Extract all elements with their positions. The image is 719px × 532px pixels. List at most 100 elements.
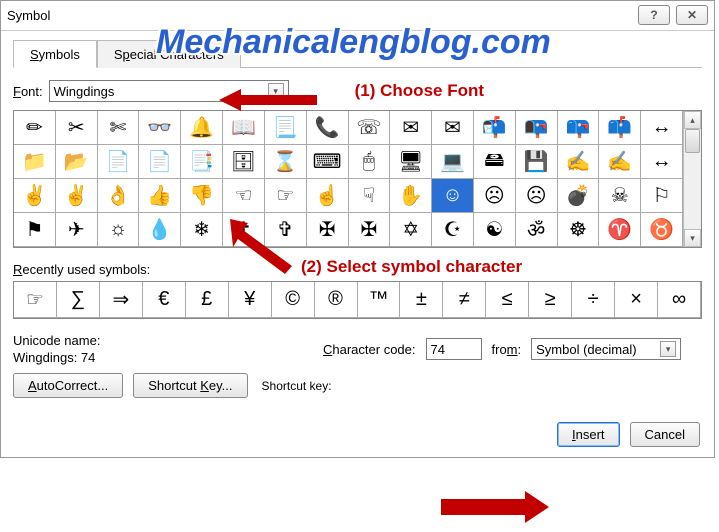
recent-symbol-cell[interactable]: £ (186, 282, 229, 318)
symbol-cell[interactable]: 💻 (432, 145, 474, 179)
symbol-cell[interactable]: ☜ (223, 179, 265, 213)
symbol-cell[interactable]: 💣 (558, 179, 600, 213)
symbol-cell[interactable]: ⌨ (307, 145, 349, 179)
symbol-cell[interactable]: 👌 (98, 179, 140, 213)
recent-symbol-cell[interactable]: ± (400, 282, 443, 318)
symbol-cell[interactable]: ✌ (14, 179, 56, 213)
symbol-cell[interactable]: 📖 (223, 111, 265, 145)
scrollbar[interactable]: ▴ ▾ (683, 111, 701, 247)
symbol-cell[interactable]: ☪ (432, 213, 474, 247)
char-code-input[interactable] (426, 338, 482, 360)
from-combobox[interactable]: Symbol (decimal) ▾ (531, 338, 681, 360)
titlebar: Symbol ? ✕ (1, 1, 714, 31)
symbol-cell[interactable]: 🖱 (349, 145, 391, 179)
symbol-cell[interactable]: 📁 (14, 145, 56, 179)
symbol-cell[interactable]: 📄 (139, 145, 181, 179)
tab-special-characters[interactable]: Special Characters (97, 40, 241, 68)
symbol-cell[interactable]: 📪 (558, 111, 600, 145)
recent-symbol-cell[interactable]: ∑ (57, 282, 100, 318)
symbol-cell[interactable]: ↔ (641, 111, 683, 145)
symbol-cell[interactable]: ☝ (307, 179, 349, 213)
symbol-cell[interactable]: ☺ (432, 179, 474, 213)
symbol-cell[interactable]: ☸ (558, 213, 600, 247)
symbol-cell[interactable]: 🖴 (474, 145, 516, 179)
symbol-cell[interactable]: ✉ (390, 111, 432, 145)
recent-symbol-cell[interactable]: € (143, 282, 186, 318)
symbol-cell[interactable]: 🔔 (181, 111, 223, 145)
symbol-cell[interactable]: ✉ (432, 111, 474, 145)
symbol-cell[interactable]: ✌ (56, 179, 98, 213)
symbol-cell[interactable]: ✠ (349, 213, 391, 247)
from-label: from: (492, 342, 522, 357)
symbol-cell[interactable]: 📞 (307, 111, 349, 145)
font-value: Wingdings (54, 84, 115, 99)
symbol-cell[interactable]: 📬 (474, 111, 516, 145)
symbol-cell[interactable]: ✈ (56, 213, 98, 247)
recent-symbol-cell[interactable]: ☞ (14, 282, 57, 318)
symbol-cell[interactable]: ✡ (390, 213, 432, 247)
symbol-cell[interactable]: ⚑ (14, 213, 56, 247)
cancel-button[interactable]: Cancel (630, 422, 700, 447)
symbol-cell[interactable]: 💧 (139, 213, 181, 247)
shortcut-key-button[interactable]: Shortcut Key... (133, 373, 247, 398)
insert-button[interactable]: Insert (557, 422, 620, 447)
recent-symbol-cell[interactable]: ∞ (658, 282, 701, 318)
symbol-cell[interactable]: 📑 (181, 145, 223, 179)
symbol-cell[interactable]: 🗄 (223, 145, 265, 179)
symbol-cell[interactable]: 📭 (516, 111, 558, 145)
symbol-cell[interactable]: 📫 (599, 111, 641, 145)
symbol-cell[interactable]: ⚐ (641, 179, 683, 213)
symbol-cell[interactable]: ☟ (349, 179, 391, 213)
recent-symbol-cell[interactable]: ™ (358, 282, 401, 318)
symbol-cell[interactable]: ♉ (641, 213, 683, 247)
recent-symbol-cell[interactable]: ÷ (572, 282, 615, 318)
symbol-cell[interactable]: ✍ (599, 145, 641, 179)
symbol-cell[interactable]: ✄ (98, 111, 140, 145)
symbol-cell[interactable]: 🖥 (390, 145, 432, 179)
recent-symbol-cell[interactable]: ≥ (529, 282, 572, 318)
symbol-cell[interactable]: 💾 (516, 145, 558, 179)
tab-symbols[interactable]: Symbols (13, 40, 97, 68)
symbol-cell[interactable]: ☞ (265, 179, 307, 213)
recent-symbol-cell[interactable]: × (615, 282, 658, 318)
unicode-name-label: Unicode name: (13, 333, 313, 348)
from-value: Symbol (decimal) (536, 342, 636, 357)
symbol-cell[interactable]: 📂 (56, 145, 98, 179)
help-button[interactable]: ? (638, 5, 670, 25)
close-button[interactable]: ✕ (676, 5, 708, 25)
recent-symbol-cell[interactable]: ⇒ (100, 282, 143, 318)
autocorrect-button[interactable]: AutoCorrect... (13, 373, 123, 398)
recent-grid: ☞∑⇒€£¥©®™±≠≤≥÷×∞ (13, 281, 702, 319)
symbol-cell[interactable]: ♈ (599, 213, 641, 247)
recent-symbol-cell[interactable]: © (272, 282, 315, 318)
symbol-cell[interactable]: ☹ (474, 179, 516, 213)
scroll-up-icon[interactable]: ▴ (684, 111, 701, 129)
recent-symbol-cell[interactable]: ® (315, 282, 358, 318)
symbol-cell[interactable]: ✠ (307, 213, 349, 247)
recent-symbol-cell[interactable]: ¥ (229, 282, 272, 318)
annotation-select-symbol: (2) Select symbol character (301, 257, 522, 277)
symbol-cell[interactable]: ☯ (474, 213, 516, 247)
scroll-down-icon[interactable]: ▾ (684, 229, 701, 247)
recent-symbol-cell[interactable]: ≠ (443, 282, 486, 318)
symbol-cell[interactable]: 👓 (139, 111, 181, 145)
scroll-thumb[interactable] (685, 129, 700, 153)
symbol-cell[interactable]: ✂ (56, 111, 98, 145)
symbol-cell[interactable]: ✋ (390, 179, 432, 213)
symbol-cell[interactable]: ❄ (181, 213, 223, 247)
symbol-cell[interactable]: ⌛ (265, 145, 307, 179)
symbol-cell[interactable]: ✏ (14, 111, 56, 145)
symbol-cell[interactable]: ☹ (516, 179, 558, 213)
symbol-cell[interactable]: ☏ (349, 111, 391, 145)
symbol-cell[interactable]: 👎 (181, 179, 223, 213)
recent-symbol-cell[interactable]: ≤ (486, 282, 529, 318)
symbol-cell[interactable]: ✍ (558, 145, 600, 179)
symbol-cell[interactable]: ☼ (98, 213, 140, 247)
symbol-cell[interactable]: 📄 (98, 145, 140, 179)
dialog-title: Symbol (7, 8, 50, 23)
symbol-cell[interactable]: ↔ (641, 145, 683, 179)
symbol-cell[interactable]: ॐ (516, 213, 558, 247)
symbol-cell[interactable]: ☠ (599, 179, 641, 213)
symbol-cell[interactable]: 👍 (139, 179, 181, 213)
symbol-cell[interactable]: 📃 (265, 111, 307, 145)
